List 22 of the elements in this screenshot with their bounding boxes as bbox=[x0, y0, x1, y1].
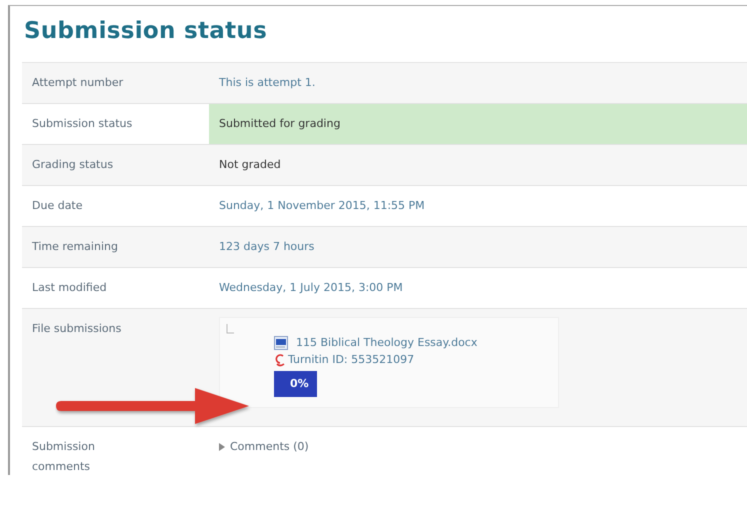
row-value: Sunday, 1 November 2015, 11:55 PM bbox=[219, 199, 425, 212]
status-value: Submitted for grading bbox=[219, 117, 340, 130]
row-label: Last modified bbox=[32, 281, 107, 294]
tree-corner-icon bbox=[226, 324, 234, 334]
comments-toggle[interactable]: Comments (0) bbox=[219, 437, 309, 457]
row-label: Grading status bbox=[32, 158, 114, 171]
row-label: File submissions bbox=[32, 322, 122, 335]
turnitin-id: Turnitin ID: 553521097 bbox=[288, 352, 414, 368]
document-icon bbox=[274, 336, 288, 350]
row-value: This is attempt 1. bbox=[219, 76, 316, 89]
row-label: Time remaining bbox=[32, 240, 118, 253]
row-label: Attempt number bbox=[32, 76, 124, 89]
row-value: 123 days 7 hours bbox=[219, 240, 314, 253]
similarity-score-badge[interactable]: 0% bbox=[274, 371, 317, 397]
section-title: Submission status bbox=[24, 18, 268, 44]
row-label: Submission comments bbox=[32, 440, 95, 473]
swirl-icon bbox=[274, 352, 286, 366]
file-link[interactable]: 115 Biblical Theology Essay.docx bbox=[296, 334, 478, 351]
row-label: Due date bbox=[32, 199, 83, 212]
row-value: Wednesday, 1 July 2015, 3:00 PM bbox=[219, 281, 403, 294]
row-label: Submission status bbox=[32, 117, 132, 130]
status-value: Not graded bbox=[219, 158, 281, 171]
